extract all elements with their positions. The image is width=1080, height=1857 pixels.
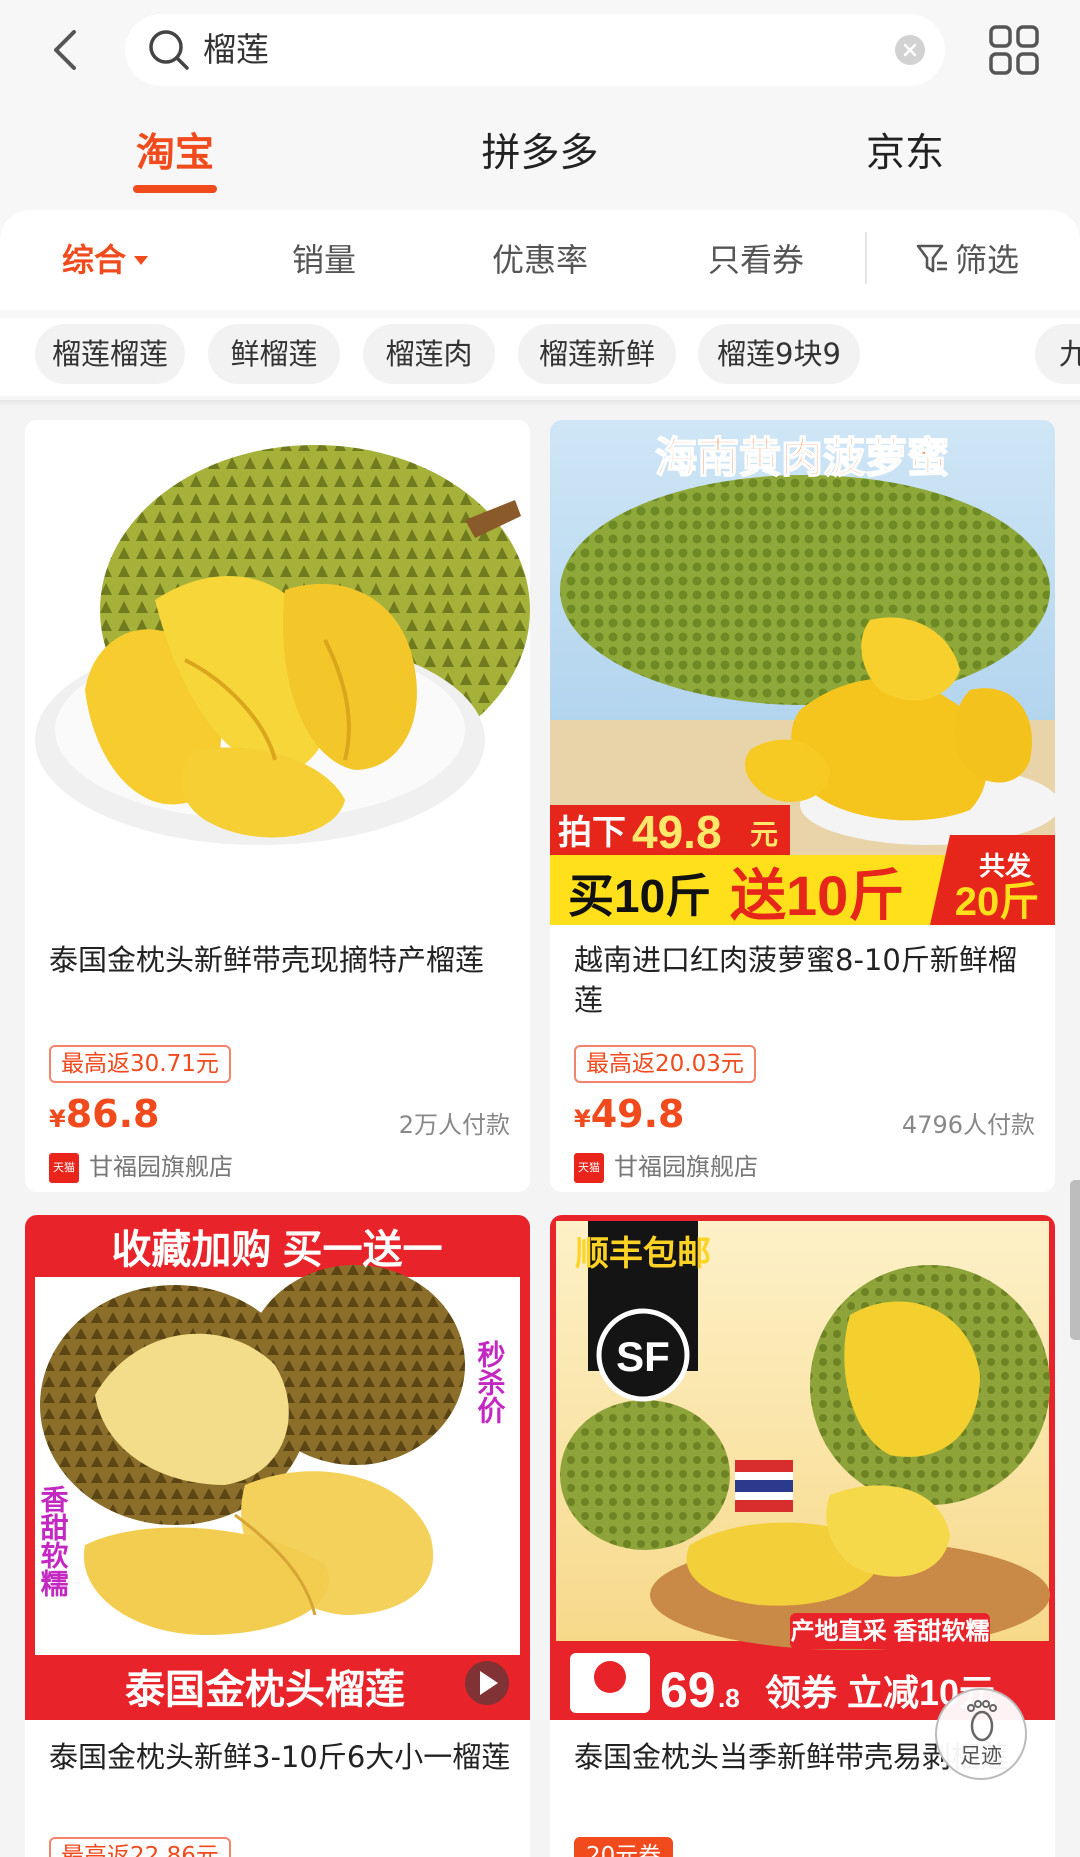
product-title: 泰国金枕头新鲜带壳现摘特产榴莲 <box>49 943 485 977</box>
product-title: 越南进口红肉菠萝蜜8-10斤新鲜榴莲 <box>574 943 1017 1017</box>
sort-label: 销量 <box>292 241 357 279</box>
banner-price: 69 <box>660 1662 716 1718</box>
grid-view-icon[interactable] <box>988 24 1040 76</box>
search-input[interactable]: 榴莲 <box>125 14 945 86</box>
platform-tabs: 淘宝 拼多多 京东 <box>0 118 1080 198</box>
search-icon <box>149 30 189 70</box>
footprint-icon <box>967 1700 997 1742</box>
tab-taobao[interactable]: 淘宝 <box>110 118 240 198</box>
price-value: 86.8 <box>65 1092 160 1136</box>
shop-name[interactable]: 天猫 甘福园旗舰店 <box>49 1150 233 1184</box>
close-icon <box>903 43 917 57</box>
active-tab-indicator <box>133 185 217 193</box>
shop-label: 甘福园旗舰店 <box>89 1153 233 1181</box>
coupon-badge: 20元券 <box>574 1837 674 1857</box>
banner-top: 收藏加购 买一送一 <box>111 1228 442 1272</box>
tmall-badge-icon: 天猫 <box>49 1153 79 1183</box>
shop-label: 甘福园旗舰店 <box>614 1153 758 1181</box>
chip[interactable]: 榴莲新鲜 <box>518 324 676 384</box>
chip[interactable]: 九 <box>1035 324 1080 384</box>
banner-prefix: 拍下 <box>558 814 626 852</box>
tab-label: 京东 <box>865 131 944 176</box>
sort-composite[interactable]: 综合 <box>62 210 149 310</box>
filter-button[interactable]: 筛选 <box>915 210 1019 310</box>
price-value: 49.8 <box>590 1092 685 1136</box>
sort-label: 只看券 <box>708 241 805 279</box>
product-image: 收藏加购 买一送一 秒杀价 香甜软糯 泰国金枕头榴莲 <box>25 1215 530 1720</box>
sort-label: 优惠率 <box>492 241 589 279</box>
chip[interactable]: 榴莲榴莲 <box>35 324 185 384</box>
banner-side-left: 香甜软糯 <box>38 1485 69 1598</box>
clear-search-button[interactable] <box>895 35 925 65</box>
chip[interactable]: 榴莲9块9 <box>698 324 860 384</box>
currency-symbol: ¥ <box>574 1105 591 1133</box>
tmall-badge-icon: 天猫 <box>574 1153 604 1183</box>
currency-symbol: ¥ <box>49 1105 66 1133</box>
badge-shipping: 顺丰包邮 <box>575 1235 711 1273</box>
sort-coupon-only[interactable]: 只看券 <box>708 210 804 310</box>
product-card[interactable]: 海南黄肉菠萝蜜 拍下 49.8 元 买10斤 送10斤 共发 20斤 越南进口红… <box>550 420 1055 1192</box>
product-title: 泰国金枕头新鲜3-10斤6大小一榴莲 <box>49 1740 511 1774</box>
shop-name[interactable]: 天猫 甘福园旗舰店 <box>574 1150 758 1184</box>
rebate-badge: 最高返30.71元 <box>49 1045 231 1083</box>
suggestion-chips: 榴莲榴莲 鲜榴莲 榴莲肉 榴莲新鲜 榴莲9块9 九 <box>0 318 1080 396</box>
divider <box>0 400 1080 406</box>
product-image: 海南黄肉菠萝蜜 拍下 49.8 元 买10斤 送10斤 共发 20斤 <box>550 420 1055 925</box>
tab-pinduoduo[interactable]: 拼多多 <box>460 118 620 198</box>
back-button[interactable] <box>40 22 90 78</box>
sales-count: 4796人付款 <box>901 1111 1035 1139</box>
product-image: 顺丰包邮 SF 产地直采 香甜软糯 69 .8 领券 立减10元 <box>550 1215 1055 1720</box>
banner-title: 海南黄肉菠萝蜜 <box>655 434 949 481</box>
rebate-badge: 最高返22.86元 <box>49 1837 231 1857</box>
divider <box>865 232 867 284</box>
sort-sales[interactable]: 销量 <box>292 210 356 310</box>
banner-total-top: 共发 <box>979 851 1031 881</box>
chip[interactable]: 榴莲肉 <box>363 324 495 384</box>
caret-down-icon <box>134 255 149 265</box>
sort-discount-rate[interactable]: 优惠率 <box>492 210 588 310</box>
origin-tag: 产地直采 香甜软糯 <box>791 1617 990 1645</box>
banner-bottom: 泰国金枕头榴莲 <box>125 1667 405 1712</box>
sort-label: 综合 <box>62 241 127 279</box>
banner-buy: 买10斤 <box>568 870 711 922</box>
banner-give: 送10斤 <box>730 864 904 925</box>
search-header: 榴莲 淘宝 拼多多 京东 综合 销量 优惠率 只看券 筛选 榴莲榴莲 鲜榴莲 榴… <box>0 0 1080 405</box>
scrollbar[interactable] <box>1070 1180 1080 1340</box>
sort-bar: 综合 销量 优惠率 只看券 筛选 <box>0 210 1080 310</box>
tab-label: 拼多多 <box>481 131 599 176</box>
banner-unit: 元 <box>750 819 778 850</box>
tab-label: 淘宝 <box>135 131 214 176</box>
rebate-badge: 最高返20.03元 <box>574 1045 756 1083</box>
banner-price: 49.8 <box>632 806 722 858</box>
product-card[interactable]: 泰国金枕头新鲜带壳现摘特产榴莲 最高返30.71元 ¥86.8 2万人付款 天猫… <box>25 420 530 1192</box>
sf-logo: SF <box>616 1333 670 1380</box>
footprint-label: 足迹 <box>960 1744 1002 1768</box>
banner-side-right: 秒杀价 <box>475 1340 506 1424</box>
product-price: ¥49.8 <box>574 1092 684 1136</box>
product-card[interactable]: 收藏加购 买一送一 秒杀价 香甜软糯 泰国金枕头榴莲 泰国金枕头新鲜3-10斤6… <box>25 1215 530 1857</box>
chevron-left-icon <box>54 30 76 70</box>
sales-count: 2万人付款 <box>398 1111 510 1139</box>
product-price: ¥86.8 <box>49 1092 159 1136</box>
filter-icon <box>916 244 947 273</box>
search-query: 榴莲 <box>203 30 269 69</box>
banner-total: 20斤 <box>955 880 1040 924</box>
product-image <box>25 420 530 910</box>
filter-label: 筛选 <box>955 241 1020 279</box>
tab-jd[interactable]: 京东 <box>840 118 970 198</box>
chip[interactable]: 鲜榴莲 <box>208 324 340 384</box>
footprint-button[interactable]: 足迹 <box>935 1688 1027 1780</box>
banner-price-decimal: .8 <box>718 1683 740 1713</box>
